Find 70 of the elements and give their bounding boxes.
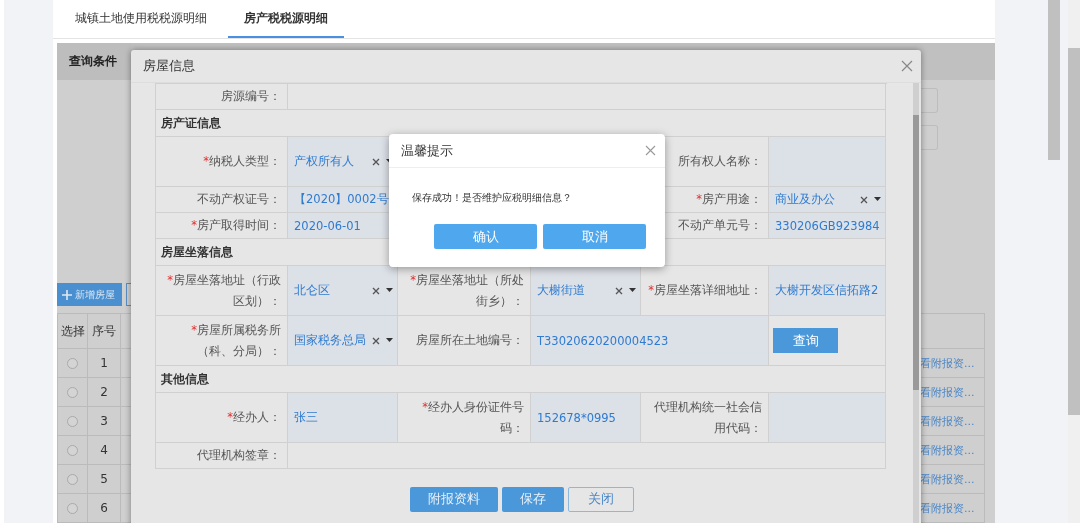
- input-field[interactable]: T33020620200004523: [531, 316, 769, 366]
- radio-button[interactable]: [67, 357, 78, 369]
- attachment-link[interactable]: 看附报资...: [920, 355, 975, 371]
- dialog-button[interactable]: 取消: [543, 224, 646, 249]
- table-cell: 4: [88, 436, 121, 464]
- field-label: 所有权人名称：: [678, 153, 762, 170]
- table-cell: 1: [88, 349, 121, 377]
- modal-button[interactable]: 保存: [502, 487, 564, 512]
- clear-icon[interactable]: [372, 157, 380, 166]
- field-label: *房屋坐落地址（行政区划）：: [166, 271, 281, 310]
- column-header: 选择: [57, 314, 88, 348]
- caret-icon: [874, 197, 881, 202]
- table-cell: 2: [88, 378, 121, 406]
- input-field[interactable]: 152678*0995: [531, 393, 641, 443]
- radio-button[interactable]: [67, 473, 78, 485]
- attachment-link[interactable]: 看附报资...: [920, 471, 975, 487]
- field-label: 不动产单元号：: [678, 217, 762, 234]
- input-field[interactable]: 大榭开发区信拓路2: [769, 266, 886, 316]
- field-label: *房产取得时间：: [191, 217, 281, 234]
- scrollbar[interactable]: [1048, 0, 1060, 160]
- table-cell: 6: [88, 494, 121, 522]
- close-icon[interactable]: [901, 60, 913, 72]
- tab[interactable]: 城镇土地使用税税源明细: [53, 3, 228, 38]
- close-icon[interactable]: [645, 145, 656, 156]
- dialog-button[interactable]: 确认: [434, 224, 537, 249]
- field-label: *房屋坐落地址（所处街乡）：: [409, 271, 524, 310]
- dialog-title: 温馨提示: [401, 141, 453, 160]
- attachment-link[interactable]: 看附报资...: [920, 500, 975, 516]
- caret-icon: [386, 338, 393, 343]
- field-label: *经办人：: [227, 409, 281, 426]
- clear-icon[interactable]: [372, 336, 380, 345]
- radio-button[interactable]: [67, 415, 78, 427]
- plus-icon: [62, 289, 72, 300]
- add-house-button[interactable]: 新增房屋: [57, 283, 122, 306]
- input-field[interactable]: 张三: [288, 393, 398, 443]
- select-field[interactable]: 商业及办公: [769, 187, 886, 213]
- field-label: 房屋所在土地编号：: [416, 332, 524, 349]
- table-cell: 5: [88, 465, 121, 493]
- clear-icon[interactable]: [860, 195, 868, 204]
- select-field[interactable]: 大榭街道: [531, 266, 641, 316]
- query-button[interactable]: 查询: [773, 328, 838, 353]
- clear-icon[interactable]: [615, 286, 623, 295]
- select-field[interactable]: 北仑区: [288, 266, 398, 316]
- dialog-message: 保存成功！是否维护应税明细信息？: [411, 191, 573, 205]
- caret-icon: [386, 288, 393, 293]
- field-label: *房产用途：: [696, 191, 762, 208]
- field-label: 代理机构统一社会信用代码：: [653, 398, 762, 437]
- attachment-link[interactable]: 看附报资...: [920, 442, 975, 458]
- radio-button[interactable]: [67, 502, 78, 514]
- input-field[interactable]: 330206GB923984: [769, 213, 886, 239]
- modal-button[interactable]: 附报资料: [410, 487, 498, 512]
- field-label: *房屋坐落详细地址：: [648, 282, 762, 299]
- attachment-link[interactable]: 看附报资...: [920, 384, 975, 400]
- column-header: 序号: [88, 314, 121, 348]
- scrollbar[interactable]: [913, 115, 919, 390]
- modal-title: 房屋信息: [143, 57, 195, 75]
- scrollbar[interactable]: [1068, 48, 1080, 415]
- caret-icon: [629, 288, 636, 293]
- field-label: *纳税人类型：: [203, 153, 281, 170]
- radio-button[interactable]: [67, 444, 78, 456]
- radio-button[interactable]: [67, 386, 78, 398]
- clear-icon[interactable]: [372, 286, 380, 295]
- select-field[interactable]: 国家税务总局: [288, 316, 398, 366]
- field-label: *经办人身份证件号码：: [421, 398, 524, 437]
- table-cell: 3: [88, 407, 121, 435]
- field-label: *房屋所属税务所（科、分局）：: [190, 321, 281, 360]
- field-label: 不动产权证号：: [197, 191, 281, 208]
- modal-button[interactable]: 关闭: [568, 487, 634, 512]
- attachment-link[interactable]: 看附报资...: [920, 413, 975, 429]
- tab[interactable]: 房产税税源明细: [228, 3, 344, 38]
